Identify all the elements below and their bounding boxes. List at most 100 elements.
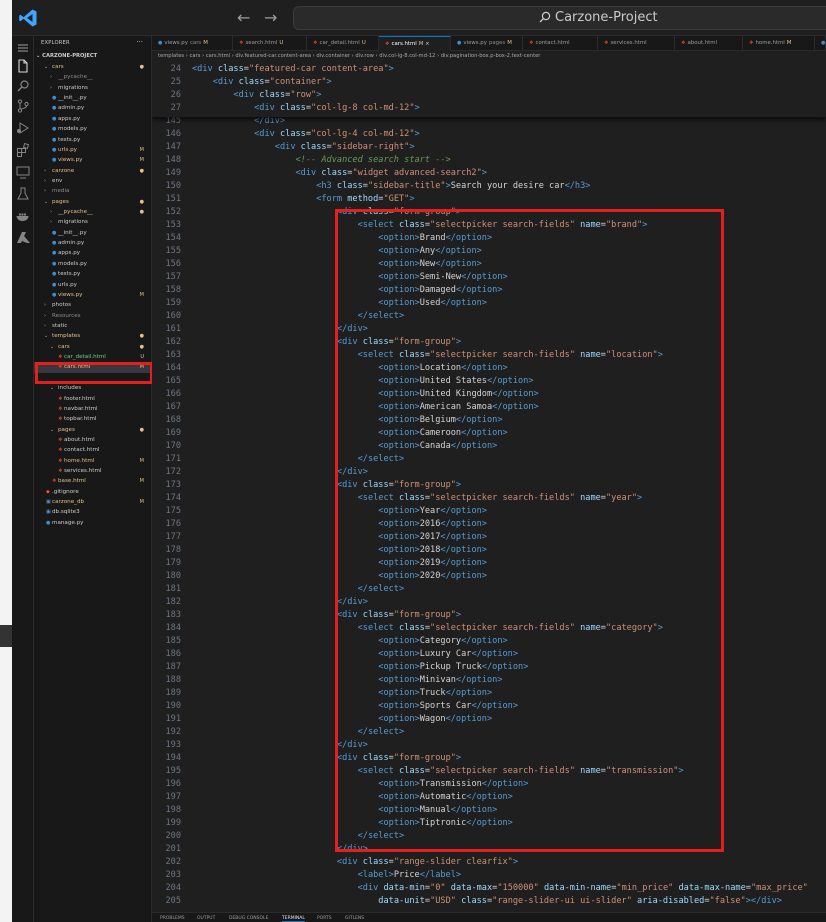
tree-item[interactable]: ❖ car_detail.html U — [34, 352, 152, 362]
tree-item[interactable]: › migrations — [34, 83, 152, 93]
tree-item[interactable]: › carzone ● — [34, 166, 152, 176]
tree-item[interactable]: ▣ db.sqlite3 — [34, 507, 152, 517]
menu-icon[interactable] — [15, 40, 31, 56]
explorer-icon[interactable] — [15, 58, 31, 74]
panel-tab-terminal[interactable]: TERMINAL — [282, 916, 305, 922]
tree-item[interactable]: ● __init__.py — [34, 228, 152, 238]
panel-tab-gitlens[interactable]: GITLENS — [345, 916, 364, 921]
tree-item[interactable]: ❖ base.html M — [34, 476, 152, 486]
tree-item[interactable]: ● tests.py — [34, 269, 152, 279]
testing-icon[interactable] — [15, 186, 31, 202]
tab-tests-py[interactable]: ●tests.py — [815, 36, 826, 51]
code-token: class — [357, 857, 389, 867]
source-control-icon[interactable] — [15, 98, 31, 114]
tree-item[interactable]: › photos — [34, 300, 152, 310]
code-token: class — [233, 76, 265, 87]
tree-item[interactable]: ❖ footer.html — [34, 394, 152, 404]
code-token: data-min-name — [538, 883, 612, 893]
tree-item[interactable]: ❖ about.html — [34, 435, 152, 445]
tree-item-label: __pycache__ — [58, 74, 93, 81]
tree-item[interactable]: › __pycache__ — [34, 72, 152, 82]
tree-item[interactable]: ❖ contact.html — [34, 445, 152, 455]
tree-item[interactable]: ❖ services.html — [34, 466, 152, 476]
tree-item[interactable]: › media — [34, 186, 152, 196]
tree-item[interactable]: ● apps.py — [34, 114, 152, 124]
forward-arrow-icon[interactable]: → — [264, 8, 277, 27]
tab-home-html[interactable]: ❖ home.html M — [743, 36, 815, 51]
tree-item[interactable]: ● views.py M — [34, 155, 152, 165]
tree-item[interactable]: ⌄ pages ● — [34, 425, 152, 435]
tab-views-py[interactable]: ● views.py pages M — [451, 36, 523, 51]
sticky-scroll[interactable]: 24 <div class="featured-car content-area"… — [152, 62, 826, 117]
tree-item[interactable]: ◆ .gitignore — [34, 487, 152, 497]
tree-item[interactable]: ❖ topbar.html — [34, 414, 152, 424]
tree-item[interactable]: ● models.py — [34, 259, 152, 269]
line-number: 177 — [165, 532, 181, 542]
tree-item[interactable]: › static — [34, 321, 152, 331]
tab-services-html[interactable]: ❖ services.html — [598, 36, 675, 51]
file-tree: ⌄ cars ● › __pycache__ › migrations ● __init__.p… — [34, 62, 152, 528]
tree-item[interactable]: ● admin.py — [34, 103, 152, 113]
remote-explorer-icon[interactable] — [15, 164, 31, 180]
search-icon[interactable] — [15, 78, 31, 94]
tab-label: views.py — [463, 40, 487, 46]
tree-item[interactable]: ⌄ includes — [34, 383, 152, 393]
line-number: 184 — [165, 623, 181, 633]
code-token: <div — [212, 76, 234, 87]
tab-views-py[interactable]: ● views.py cars M — [152, 36, 233, 51]
line-number: 169 — [165, 428, 181, 438]
tab-contact-html[interactable]: ❖ contact.html — [523, 36, 598, 51]
tree-item[interactable]: ● apps.py — [34, 248, 152, 258]
tree-item[interactable]: ⌄ cars ● — [34, 342, 152, 352]
panel-tab-problems[interactable]: PROBLEMS — [160, 916, 185, 921]
background-window — [0, 0, 12, 922]
close-icon[interactable]: × — [423, 41, 430, 47]
azure-icon[interactable] — [15, 230, 31, 246]
back-arrow-icon[interactable]: ← — [237, 8, 250, 27]
line-number: 201 — [165, 844, 181, 854]
breadcrumb[interactable]: templates › cars › cars.html › div.featu… — [152, 51, 826, 62]
chevron-down-icon: ⌄ — [44, 64, 49, 70]
tree-item[interactable]: ⌄ cars ● — [34, 62, 152, 72]
tree-item[interactable]: › migrations — [34, 217, 152, 227]
extensions-icon[interactable] — [15, 142, 31, 158]
panel-tab-debug-console[interactable]: DEBUG CONSOLE — [229, 916, 268, 921]
panel-tab-ports[interactable]: PORTS — [317, 916, 332, 921]
tree-item[interactable]: ⌄ templates ● — [34, 331, 152, 341]
tab-cars-html[interactable]: ❖ cars.html M × — [379, 36, 451, 51]
line-number: 174 — [165, 493, 181, 503]
tree-item[interactable]: ● manage.py — [34, 518, 152, 528]
docker-icon[interactable] — [15, 208, 31, 224]
line-number: 151 — [165, 194, 181, 204]
code-token: class — [331, 181, 363, 191]
tree-item[interactable]: ❖ home.html M — [34, 456, 152, 466]
html-file-icon: ❖ — [749, 40, 754, 46]
command-center-search[interactable]: Carzone-Project — [293, 6, 826, 30]
code-token: "featured-car content-area" — [248, 63, 389, 74]
tree-item[interactable]: ▣ carzone_db M — [34, 497, 152, 507]
tab-car-detail-html[interactable]: ❖ car_detail.html U — [307, 36, 379, 51]
tree-item[interactable]: ● tests.py — [34, 135, 152, 145]
git-status-badge: ● — [139, 64, 144, 70]
tree-item[interactable]: ● __init__.py — [34, 93, 152, 103]
tree-item[interactable]: ● models.py — [34, 124, 152, 134]
code-text: <label>Price</label> — [358, 869, 462, 882]
code-token: "GET" — [383, 194, 410, 204]
tree-item[interactable]: ❖ navbar.html — [34, 404, 152, 414]
tree-item-label: car_detail.html — [64, 354, 106, 361]
tree-item[interactable]: ⌄ pages ● — [34, 197, 152, 207]
tree-item[interactable]: › Resources — [34, 311, 152, 321]
project-root[interactable]: ⌄ CARZONE-PROJECT — [36, 53, 97, 59]
tab-about-html[interactable]: ❖ about.html — [675, 36, 743, 51]
python-file-icon: ● — [52, 240, 57, 247]
tree-item[interactable]: ● admin.py — [34, 238, 152, 248]
tab-search-html[interactable]: ❖ search.html U — [233, 36, 307, 51]
panel-tab-output[interactable]: OUTPUT — [197, 916, 215, 921]
tree-item[interactable]: ● urls.py M — [34, 145, 152, 155]
tree-item[interactable]: ● urls.py — [34, 280, 152, 290]
more-actions-icon[interactable]: ··· — [136, 38, 143, 46]
tree-item[interactable]: ● views.py M — [34, 290, 152, 300]
run-debug-icon[interactable] — [15, 120, 31, 136]
tree-item[interactable]: › env — [34, 176, 152, 186]
tree-item[interactable]: › __pycache__ ● — [34, 207, 152, 217]
